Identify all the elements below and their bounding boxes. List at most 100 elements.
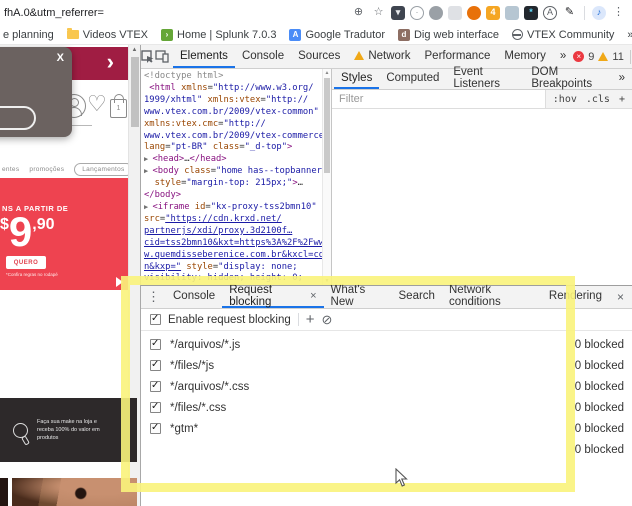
- bookmark-vtex-community[interactable]: VTEX Community: [511, 29, 614, 41]
- error-badge-icon[interactable]: ×: [573, 51, 585, 62]
- device-toolbar-icon[interactable]: [155, 45, 169, 68]
- drawer-tab-network-conditions[interactable]: Network conditions: [442, 284, 542, 308]
- bookmark-google-tradutor[interactable]: A Google Tradutor: [289, 28, 385, 41]
- ext-timer-icon[interactable]: ·: [410, 5, 424, 20]
- elements-tree-panel[interactable]: <!doctype html> <html xmlns="http://www.…: [141, 69, 331, 285]
- bookmark-star-icon[interactable]: ☆: [371, 5, 386, 20]
- blocked-pattern-row[interactable]: */files/*js 0 blocked: [141, 355, 632, 376]
- drawer-tab-request-blocking[interactable]: Request blocking ×: [222, 284, 324, 308]
- tab-performance[interactable]: Performance: [418, 45, 498, 68]
- carousel-arrow-icon[interactable]: [116, 277, 123, 287]
- bookmark-e-planning[interactable]: e planning: [3, 29, 54, 41]
- tab-dom-breakpoints[interactable]: DOM Breakpoints: [524, 66, 611, 90]
- hero-cta-button[interactable]: QUERO: [6, 256, 46, 269]
- remove-all-icon[interactable]: ⊘: [322, 313, 333, 326]
- warning-badge-icon[interactable]: [598, 52, 609, 61]
- blocked-pattern-row[interactable]: 0 blocked: [141, 439, 632, 460]
- code-line[interactable]: ▶ <iframe id="kx-proxy-tss2bmn10": [144, 202, 331, 214]
- tab-event-listeners[interactable]: Event Listeners: [446, 66, 524, 90]
- ext-pumpkin-icon[interactable]: [467, 5, 481, 20]
- styles-filter-input[interactable]: Filter: [332, 93, 363, 105]
- pattern-checkbox[interactable]: [150, 401, 161, 413]
- code-line[interactable]: w.quemdisseberenice.com.br&kxcl=cd: [144, 250, 331, 262]
- enable-blocking-checkbox[interactable]: [150, 313, 161, 325]
- popup-close-icon[interactable]: X: [57, 52, 64, 64]
- hero-banner[interactable]: NS A PARTIR DE $ 9 ,90 QUERO *Confira re…: [0, 178, 128, 290]
- bookmark-dig-web-interface[interactable]: d Dig web interface: [397, 28, 499, 41]
- code-line[interactable]: xmlns:vtex.cmc="http://: [144, 119, 331, 131]
- scrollbar-thumb[interactable]: [324, 78, 330, 173]
- popup-button-outline[interactable]: [0, 106, 36, 130]
- drawer-tab-console[interactable]: Console: [166, 286, 222, 308]
- more-tabs-chevron[interactable]: »: [553, 45, 573, 68]
- media-note-icon[interactable]: ♪: [592, 5, 606, 20]
- scrollbar-thumb[interactable]: [131, 57, 139, 127]
- code-line[interactable]: partnerjs/xdi/proxy.3d2100f…: [144, 226, 331, 238]
- blocked-pattern-row[interactable]: */files/*.css 0 blocked: [141, 397, 632, 418]
- bookmarks-overflow-chevron[interactable]: »: [627, 29, 632, 41]
- code-line[interactable]: style="margin-top: 215px;">…: [144, 178, 331, 190]
- code-line[interactable]: src="https://cdn.krxd.net/: [144, 214, 331, 226]
- blocked-pattern-row[interactable]: */arquivos/*.js 0 blocked: [141, 334, 632, 355]
- code-line[interactable]: lang="pt-BR" class="_d-top">: [144, 142, 331, 154]
- inspect-element-icon[interactable]: [141, 45, 155, 68]
- nav-item-entes[interactable]: entes: [2, 166, 19, 173]
- pattern-checkbox[interactable]: [150, 359, 161, 371]
- drawer-tab-rendering[interactable]: Rendering: [542, 286, 609, 308]
- address-bar[interactable]: fhA.0&utm_referrer= ⊕ ☆ ▾ · 4 * A ✎ ♪ ⋮: [0, 0, 632, 25]
- promo-card[interactable]: Faça sua make na loja e receba 100% do v…: [0, 398, 137, 462]
- code-line[interactable]: ▶ <head>…</head>: [144, 154, 331, 166]
- zoom-icon[interactable]: ⊕: [351, 5, 366, 20]
- scroll-up-icon[interactable]: ▲: [323, 70, 331, 76]
- pattern-checkbox[interactable]: [150, 422, 161, 434]
- ext-shield-icon[interactable]: ▾: [391, 5, 405, 20]
- code-line[interactable]: 1999/xhtml" xmlns:vtex="http://: [144, 95, 331, 107]
- ext-gear-icon[interactable]: [429, 5, 443, 20]
- bookmark-home-splunk-7-0-3[interactable]: › Home | Splunk 7.0.3: [161, 28, 276, 41]
- browser-menu-icon[interactable]: ⋮: [611, 5, 626, 20]
- code-line[interactable]: www.vtex.com.br/2009/vtex-commerce": [144, 131, 331, 143]
- drawer-close-icon[interactable]: ×: [609, 286, 632, 308]
- dom-code[interactable]: <!doctype html> <html xmlns="http://www.…: [141, 69, 331, 285]
- ext-walker-icon[interactable]: [505, 5, 519, 20]
- ext-faded-icon[interactable]: [448, 5, 462, 20]
- ext-pen-icon[interactable]: ✎: [562, 5, 577, 20]
- blocked-pattern-row[interactable]: */arquivos/*.css 0 blocked: [141, 376, 632, 397]
- blocked-pattern-row[interactable]: *gtm* 0 blocked: [141, 418, 632, 439]
- nav-item-promo-es[interactable]: promoções: [29, 166, 64, 173]
- add-pattern-icon[interactable]: +: [306, 312, 315, 327]
- more-sidebar-tabs-chevron[interactable]: »: [612, 69, 632, 89]
- bookmark-videos-vtex[interactable]: Videos VTEX: [66, 28, 148, 41]
- code-line[interactable]: n&kxp=" style="display: none;: [144, 262, 331, 274]
- scroll-up-icon[interactable]: ▲: [129, 47, 140, 53]
- tab-network[interactable]: Network: [347, 45, 417, 68]
- code-line[interactable]: www.vtex.com.br/2009/vtex-common": [144, 107, 331, 119]
- url-text[interactable]: fhA.0&utm_referrer=: [4, 7, 104, 19]
- toggle-[interactable]: +: [619, 94, 625, 105]
- code-line[interactable]: cid=tss2bmn10&kxt=https%3A%2F%2Fww: [144, 238, 331, 250]
- toggle-cls[interactable]: .cls: [586, 94, 610, 105]
- ext-a-icon[interactable]: A: [543, 5, 557, 20]
- drawer-menu-icon[interactable]: ⋮: [141, 286, 166, 308]
- drawer-tab-what-s-new[interactable]: What's New: [324, 284, 392, 308]
- wishlist-heart-icon[interactable]: ♡: [87, 91, 107, 117]
- tab-console[interactable]: Console: [235, 45, 291, 68]
- tab-styles[interactable]: Styles: [334, 69, 380, 89]
- nav-item-lan-amentos[interactable]: Lançamentos: [74, 163, 133, 176]
- code-line[interactable]: ▶ <body class="home has--topbanner": [144, 166, 331, 178]
- ext-react-icon[interactable]: *: [524, 5, 538, 20]
- banner-next-chevron-icon[interactable]: ›: [107, 49, 114, 75]
- tab-computed[interactable]: Computed: [379, 69, 446, 89]
- pattern-checkbox[interactable]: [150, 380, 161, 392]
- tab-close-icon[interactable]: ×: [310, 290, 316, 302]
- pattern-checkbox[interactable]: [150, 338, 161, 350]
- tab-memory[interactable]: Memory: [497, 45, 553, 68]
- toggle-hov[interactable]: :hov: [553, 94, 577, 105]
- drawer-tab-search[interactable]: Search: [392, 286, 442, 308]
- tab-elements[interactable]: Elements: [173, 45, 235, 68]
- code-line[interactable]: <!doctype html>: [144, 71, 331, 83]
- elements-scrollbar[interactable]: ▲ ▼: [322, 69, 331, 285]
- code-line[interactable]: <html xmlns="http://www.w3.org/: [144, 83, 331, 95]
- tab-sources[interactable]: Sources: [291, 45, 347, 68]
- ext-orange-4-icon[interactable]: 4: [486, 5, 500, 20]
